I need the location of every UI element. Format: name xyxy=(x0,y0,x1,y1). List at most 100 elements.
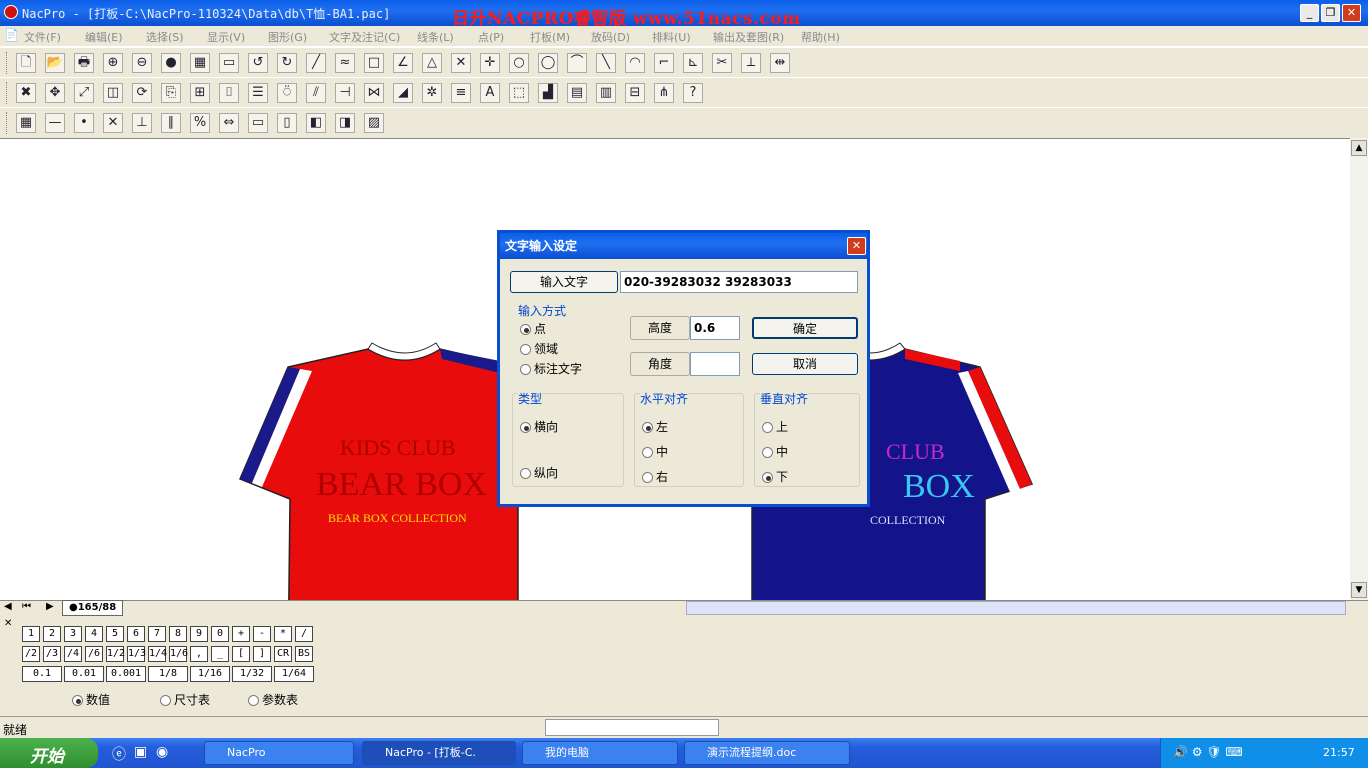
arc-icon[interactable]: ◠ xyxy=(625,53,645,73)
tab-first-icon[interactable]: ⏮ xyxy=(22,601,31,612)
seg-line-icon[interactable]: — xyxy=(45,113,65,133)
sheet-tab[interactable]: ●165/88 xyxy=(62,600,124,616)
row2-key-9[interactable]: _ xyxy=(211,646,229,662)
v-align-middle[interactable]: 中 xyxy=(762,443,788,460)
row2-key-2[interactable]: /4 xyxy=(64,646,82,662)
menu-item-11[interactable]: 输出及套图(R) xyxy=(713,29,784,45)
monitor-icon[interactable]: ▭ xyxy=(219,53,239,73)
stack-icon[interactable]: ☰ xyxy=(248,83,268,103)
intersect-icon[interactable]: ✕ xyxy=(103,113,123,133)
grade-icon[interactable]: ◢ xyxy=(393,83,413,103)
diagonal-icon[interactable]: ╲ xyxy=(596,53,616,73)
seg-point-icon[interactable]: • xyxy=(74,113,94,133)
tab-next-icon[interactable]: ▶ xyxy=(46,601,54,612)
v-align-bottom[interactable]: 下 xyxy=(762,468,788,485)
copy-icon[interactable]: ⎘ xyxy=(161,83,181,103)
row1-key-1[interactable]: 2 xyxy=(43,626,61,642)
undo-icon[interactable]: ↺ xyxy=(248,53,268,73)
menu-item-8[interactable]: 打板(M) xyxy=(530,29,570,45)
move-icon[interactable]: ✥ xyxy=(45,83,65,103)
align-icon[interactable]: ⊞ xyxy=(190,83,210,103)
menu-item-6[interactable]: 线条(L) xyxy=(417,29,454,45)
scroll-up-icon[interactable]: ▲ xyxy=(1351,140,1367,156)
row1-key-2[interactable]: 3 xyxy=(64,626,82,642)
measure-icon[interactable]: ⊾ xyxy=(683,53,703,73)
width-icon[interactable]: ⇔ xyxy=(219,113,239,133)
start-button[interactable]: 开始 xyxy=(0,738,98,768)
ok-button[interactable]: 确定 xyxy=(752,317,858,339)
mode-size-table[interactable]: 尺寸表 xyxy=(160,691,210,708)
size-icon[interactable]: ⋔ xyxy=(654,83,674,103)
method-point[interactable]: 点 xyxy=(520,320,546,337)
redo-icon[interactable]: ↻ xyxy=(277,53,297,73)
line-icon[interactable]: ╱ xyxy=(306,53,326,73)
menu-item-1[interactable]: 编辑(E) xyxy=(85,29,123,45)
zoom-out-icon[interactable]: ⊖ xyxy=(132,53,152,73)
label-icon[interactable]: ⬚ xyxy=(509,83,529,103)
angle-icon[interactable]: ∠ xyxy=(393,53,413,73)
menu-item-0[interactable]: 文件(F) xyxy=(24,29,61,45)
row1-key-12[interactable]: * xyxy=(274,626,292,642)
percent-icon[interactable]: % xyxy=(190,113,210,133)
ie-icon[interactable]: ⓔ xyxy=(112,744,126,764)
perp-icon[interactable]: ⊥ xyxy=(132,113,152,133)
row2-key-3[interactable]: /6 xyxy=(85,646,103,662)
piece3-icon[interactable]: ◧ xyxy=(306,113,326,133)
method-area[interactable]: 领域 xyxy=(520,340,558,357)
media-icon[interactable]: ◉ xyxy=(156,744,168,760)
method-annotation[interactable]: 标注文字 xyxy=(520,360,582,377)
row1-key-13[interactable]: / xyxy=(295,626,313,642)
type-horizontal[interactable]: 横向 xyxy=(520,418,558,435)
row1-key-11[interactable]: - xyxy=(253,626,271,642)
table-icon[interactable]: ▥ xyxy=(596,83,616,103)
fold-icon[interactable]: ⌷ xyxy=(219,83,239,103)
bar-icon[interactable]: ▟ xyxy=(538,83,558,103)
rotate-icon[interactable]: ⟳ xyxy=(132,83,152,103)
point-icon[interactable]: ✛ xyxy=(480,53,500,73)
pleat-icon[interactable]: ⇹ xyxy=(770,53,790,73)
close-button[interactable]: ✕ xyxy=(1342,4,1361,22)
row1-key-4[interactable]: 5 xyxy=(106,626,124,642)
row2-key-7[interactable]: 1/6 xyxy=(169,646,188,662)
zoom-in-icon[interactable]: ⊕ xyxy=(103,53,123,73)
menu-item-5[interactable]: 文字及注记(C) xyxy=(329,29,400,45)
task-my-computer[interactable]: 我的电脑 xyxy=(522,741,678,765)
text-input-field[interactable]: 020-39283032 39283033 xyxy=(620,271,858,293)
trim-icon[interactable]: ⊣ xyxy=(335,83,355,103)
h-align-left[interactable]: 左 xyxy=(642,418,668,435)
join-icon[interactable]: ⋈ xyxy=(364,83,384,103)
hatch-icon[interactable]: ▨ xyxy=(364,113,384,133)
help-icon[interactable]: ? xyxy=(683,83,703,103)
row1-key-6[interactable]: 7 xyxy=(148,626,166,642)
input-text-button[interactable]: 输入文字 xyxy=(510,271,618,293)
type-vertical[interactable]: 纵向 xyxy=(520,464,558,481)
row2-key-0[interactable]: /2 xyxy=(22,646,40,662)
notch-icon[interactable]: ≡ xyxy=(451,83,471,103)
row2-key-5[interactable]: 1/3 xyxy=(127,646,146,662)
scroll-down-icon[interactable]: ▼ xyxy=(1351,582,1367,598)
menu-item-10[interactable]: 排料(U) xyxy=(652,29,691,45)
spiral-icon[interactable]: ⍥ xyxy=(277,83,297,103)
piece4-icon[interactable]: ◨ xyxy=(335,113,355,133)
restore-button[interactable]: ❐ xyxy=(1321,4,1340,22)
row2-key-6[interactable]: 1/4 xyxy=(148,646,167,662)
row1-key-10[interactable]: + xyxy=(232,626,250,642)
fit-icon[interactable]: ▦ xyxy=(190,53,210,73)
open-icon[interactable]: 📂 xyxy=(45,53,65,73)
row3-key-3[interactable]: 1/8 xyxy=(148,666,188,682)
row3-key-4[interactable]: 1/16 xyxy=(190,666,230,682)
task-word-doc[interactable]: 演示流程提纲.doc xyxy=(684,741,850,765)
row2-key-11[interactable]: ] xyxy=(253,646,271,662)
cancel-button[interactable]: 取消 xyxy=(752,353,858,375)
desktop-icon[interactable]: ▣ xyxy=(134,744,147,760)
row3-key-6[interactable]: 1/64 xyxy=(274,666,314,682)
row2-key-10[interactable]: [ xyxy=(232,646,250,662)
row1-key-9[interactable]: 0 xyxy=(211,626,229,642)
task-nacpro-folder[interactable]: NacPro xyxy=(204,741,354,765)
row1-key-7[interactable]: 8 xyxy=(169,626,187,642)
keypad-close-icon[interactable]: ✕ xyxy=(4,618,12,629)
bezier-icon[interactable]: ⌒ xyxy=(567,53,587,73)
delete-icon[interactable]: ✖ xyxy=(16,83,36,103)
ellipse-icon[interactable]: ◯ xyxy=(538,53,558,73)
split-icon[interactable]: ⫽ xyxy=(306,83,326,103)
